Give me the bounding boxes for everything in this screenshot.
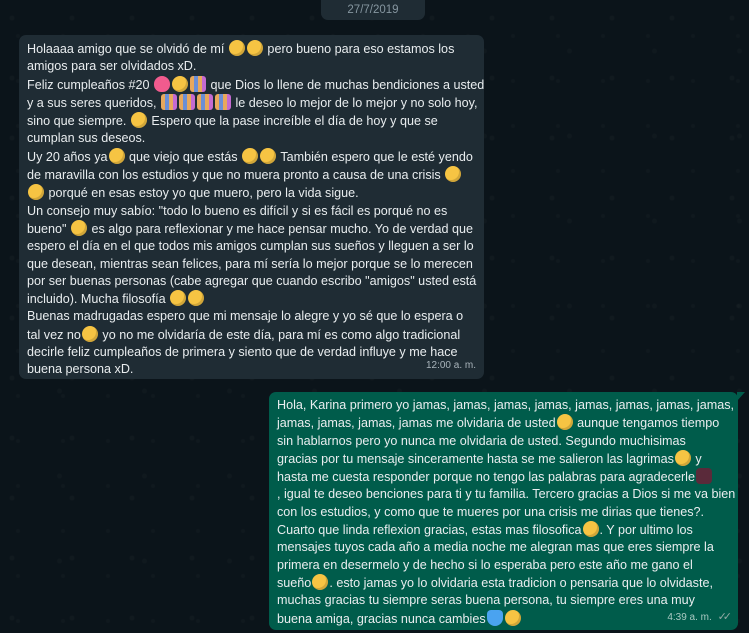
emoji-icon [130, 112, 147, 129]
message-line: buena persona xD. [27, 362, 134, 377]
emoji-icon [172, 75, 189, 92]
message-line: gracias por tu mensaje sinceramente hast… [277, 449, 702, 466]
message-line: cumplan sus deseos. [27, 131, 146, 146]
message-line: Uy 20 años ya que viejo que estás Tambié… [27, 147, 473, 164]
message-line: y a sus seres queridos, le deseo lo mejo… [27, 93, 478, 110]
message-timestamp: 4:39 a. m. ✓✓ [667, 609, 733, 626]
emoji-icon [170, 290, 187, 307]
emoji-icon [556, 414, 573, 431]
emoji-icon [197, 93, 213, 110]
message-line: , igual te deseo benciones para ti y tu … [277, 487, 736, 502]
emoji-icon [179, 93, 195, 110]
message-line: Holaaaa amigo que se olvidó de mí pero b… [27, 40, 455, 56]
message-line: sino que siempre. Espero que la pase inc… [27, 112, 438, 129]
emoji-icon [445, 166, 462, 183]
emoji-icon [695, 468, 712, 485]
emoji-icon [228, 40, 245, 56]
outgoing-message-bubble[interactable]: Hola, Karina primero yo jamas, jamas, ja… [269, 392, 745, 630]
emoji-icon [81, 325, 98, 342]
message-line: decirle feliz cumpleaños de primera y si… [27, 345, 458, 360]
message-timestamp: 12:00 a. m. [425, 359, 476, 371]
message-line: Hola, Karina primero yo jamas, jamas, ja… [277, 398, 735, 412]
message-text: Hola, Karina primero yo jamas, jamas, ja… [277, 397, 736, 628]
message-line: incluido). Mucha filosofía [27, 290, 476, 308]
message-line: sueño. esto jamas yo lo olvidaria esta t… [277, 573, 713, 590]
emoji-icon [161, 93, 177, 110]
emoji-icon [674, 449, 691, 466]
message-line: de maravilla con los estudios y que no m… [27, 166, 476, 184]
emoji-icon [108, 147, 125, 164]
message-line: sin hablarnos pero yo nunca me olvidaria… [277, 433, 686, 448]
message-line: jamas, jamas, jamas, jamas me olvidaria … [277, 414, 720, 431]
message-line: primera en desermelo y de hecho si lo es… [277, 557, 693, 572]
message-line: que desean, mientras sean felices, para … [27, 256, 473, 271]
message-line: buena amiga, gracias nunca cambies [277, 609, 730, 628]
emoji-icon [188, 290, 205, 307]
emoji-icon [260, 147, 277, 164]
emoji-icon [190, 75, 207, 92]
emoji-icon [71, 219, 87, 236]
read-receipt-icon: ✓✓ [717, 610, 733, 623]
message-line: tal vez no yo no me olvidaría de este dí… [27, 325, 461, 342]
message-line: mensajes tuyos cada año a media noche me… [277, 540, 714, 555]
emoji-icon [582, 521, 599, 538]
message-line: bueno" es algo para reflexionar y me hac… [27, 219, 474, 236]
emoji-icon [486, 609, 503, 626]
incoming-message-bubble[interactable]: Holaaaa amigo que se olvidó de mí pero b… [19, 35, 484, 379]
emoji-icon [215, 93, 231, 110]
emoji-icon [504, 609, 521, 626]
message-line: Un consejo muy sabío: "todo lo bueno es … [27, 203, 448, 218]
emoji-icon [242, 147, 259, 164]
message-line: espero el día en el que todos mis amigos… [27, 239, 474, 254]
message-line: Buenas madrugadas espero que mi mensaje … [27, 309, 464, 324]
message-line: muchas gracias tu siempre seras buena pe… [277, 593, 695, 608]
message-line: Feliz cumpleaños #20 que Dios lo llene d… [27, 75, 485, 92]
message-line: Cuarto que linda reflexion gracias, esta… [277, 521, 693, 538]
message-line: hasta me cuesta responder porque no teng… [277, 468, 730, 486]
emoji-icon [28, 184, 44, 201]
emoji-icon [246, 40, 263, 56]
message-line: con los estudios, y como que te mueres p… [277, 504, 705, 519]
emoji-icon [154, 75, 171, 92]
message-line: porqué en esas estoy yo que muero, pero … [27, 184, 476, 202]
date-separator: 27/7/2019 [321, 0, 425, 20]
message-text: Holaaaa amigo que se olvidó de mí pero b… [27, 40, 485, 379]
message-line: amigos para ser olvidados xD. [27, 59, 197, 74]
emoji-icon [312, 573, 329, 590]
message-line: por ser buenas personas (cabe agregar qu… [27, 273, 477, 288]
timestamp-label: 4:39 a. m. [667, 611, 712, 623]
